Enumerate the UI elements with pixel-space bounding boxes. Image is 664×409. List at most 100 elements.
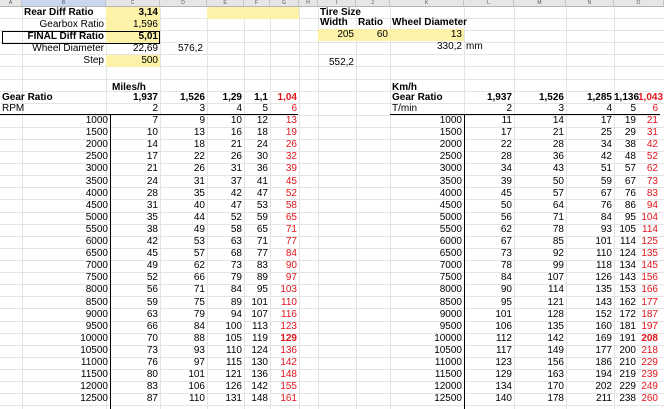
miles-speed-cell[interactable]: 116 [270,309,299,321]
kmh-speed-cell[interactable]: 67 [566,188,614,200]
kmh-speed-cell[interactable]: 78 [464,260,514,272]
kmh-speed-cell[interactable]: 219 [614,369,638,381]
miles-speed-cell[interactable]: 47 [207,200,244,212]
miles-speed-cell[interactable]: 110 [207,345,244,357]
miles-speed-cell[interactable]: 41 [244,176,270,188]
miles-speed-cell[interactable]: 142 [270,357,299,369]
miles-speed-cell[interactable]: 31 [207,163,244,175]
miles-speed-cell[interactable]: 26 [270,139,299,151]
miles-rpm-cell[interactable]: 7500 [0,272,110,284]
kmh-speed-cell[interactable]: 166 [638,284,660,296]
miles-rpm-cell[interactable]: 8500 [0,297,110,309]
kmh-rpm-cell[interactable]: 11000 [390,357,464,369]
miles-speed-cell[interactable]: 44 [160,212,207,224]
miles-speed-cell[interactable]: 115 [207,357,244,369]
miles-speed-cell[interactable]: 155 [270,381,299,393]
miles-speed-cell[interactable]: 14 [110,139,160,151]
miles-speed-cell[interactable]: 31 [110,200,160,212]
miles-speed-cell[interactable]: 70 [110,333,160,345]
miles-speed-cell[interactable]: 9 [160,115,207,127]
kmh-speed-cell[interactable]: 107 [514,272,566,284]
kmh-speed-cell[interactable]: 114 [514,284,566,296]
miles-rpm-cell[interactable]: 12000 [0,381,110,393]
kmh-speed-cell[interactable]: 73 [638,176,660,188]
miles-speed-cell[interactable]: 18 [160,139,207,151]
kmh-speed-cell[interactable]: 50 [464,200,514,212]
miles-speed-cell[interactable]: 68 [207,248,244,260]
miles-speed-cell[interactable]: 107 [244,309,270,321]
kmh-rpm-cell[interactable]: 12000 [390,381,464,393]
miles-speed-cell[interactable]: 16 [207,127,244,139]
kmh-speed-cell[interactable]: 99 [514,260,566,272]
miles-speed-cell[interactable]: 66 [110,321,160,333]
kmh-speed-cell[interactable]: 123 [464,357,514,369]
miles-speed-cell[interactable]: 47 [244,188,270,200]
miles-rpm-cell[interactable]: 5500 [0,224,110,236]
miles-speed-cell[interactable]: 58 [270,200,299,212]
miles-speed-cell[interactable]: 10 [207,115,244,127]
kmh-rpm-cell[interactable]: 2500 [390,151,464,163]
column-header-b[interactable]: B [22,0,106,6]
kmh-rpm-cell[interactable]: 8500 [390,297,464,309]
cell-grid[interactable]: Rear Diff Ratio 3,14 Gearbox Ratio 1,596… [0,7,664,409]
kmh-speed-cell[interactable]: 84 [464,272,514,284]
kmh-rpm-cell[interactable]: 1000 [390,115,464,127]
miles-speed-cell[interactable]: 84 [270,248,299,260]
miles-speed-cell[interactable]: 80 [110,369,160,381]
miles-rpm-cell[interactable]: 9000 [0,309,110,321]
kmh-speed-cell[interactable]: 62 [638,163,660,175]
kmh-speed-cell[interactable]: 118 [566,260,614,272]
miles-speed-cell[interactable]: 49 [160,224,207,236]
kmh-speed-cell[interactable]: 152 [566,309,614,321]
miles-speed-cell[interactable]: 7 [110,115,160,127]
miles-speed-cell[interactable]: 71 [244,236,270,248]
miles-speed-cell[interactable]: 84 [207,284,244,296]
kmh-speed-cell[interactable]: 202 [566,381,614,393]
miles-speed-cell[interactable]: 75 [160,297,207,309]
miles-speed-cell[interactable]: 53 [160,236,207,248]
kmh-speed-cell[interactable]: 71 [514,212,566,224]
spreadsheet[interactable]: ABCDEFGHIJKLMNO Rear Diff Ratio 3,14 Gea… [0,0,664,409]
kmh-speed-cell[interactable]: 112 [464,333,514,345]
miles-speed-cell[interactable]: 88 [160,333,207,345]
column-header-c[interactable]: C [106,0,160,6]
miles-speed-cell[interactable]: 62 [160,260,207,272]
miles-speed-cell[interactable]: 12 [244,115,270,127]
kmh-speed-cell[interactable]: 194 [566,369,614,381]
kmh-speed-cell[interactable]: 129 [464,369,514,381]
kmh-speed-cell[interactable]: 42 [566,151,614,163]
kmh-rpm-cell[interactable]: 8000 [390,284,464,296]
miles-speed-cell[interactable]: 97 [270,272,299,284]
miles-speed-cell[interactable]: 57 [160,248,207,260]
miles-speed-cell[interactable]: 39 [270,163,299,175]
miles-speed-cell[interactable]: 123 [270,321,299,333]
kmh-rpm-cell[interactable]: 1500 [390,127,464,139]
kmh-speed-cell[interactable]: 84 [566,212,614,224]
miles-rpm-cell[interactable]: 1500 [0,127,110,139]
kmh-speed-cell[interactable]: 200 [614,345,638,357]
kmh-speed-cell[interactable]: 181 [614,321,638,333]
kmh-speed-cell[interactable]: 172 [614,309,638,321]
kmh-speed-cell[interactable]: 85 [514,236,566,248]
miles-speed-cell[interactable]: 89 [207,297,244,309]
kmh-speed-cell[interactable]: 117 [464,345,514,357]
kmh-speed-cell[interactable]: 73 [464,248,514,260]
kmh-speed-cell[interactable]: 156 [514,357,566,369]
miles-speed-cell[interactable]: 32 [270,151,299,163]
kmh-rpm-cell[interactable]: 5500 [390,224,464,236]
kmh-rpm-cell[interactable]: 6500 [390,248,464,260]
kmh-speed-cell[interactable]: 135 [638,248,660,260]
kmh-speed-cell[interactable]: 101 [566,236,614,248]
kmh-rpm-cell[interactable]: 2000 [390,139,464,151]
miles-rpm-cell[interactable]: 12500 [0,393,110,405]
miles-speed-cell[interactable]: 65 [244,224,270,236]
kmh-speed-cell[interactable]: 28 [514,139,566,151]
kmh-speed-cell[interactable]: 92 [514,248,566,260]
miles-speed-cell[interactable]: 59 [244,212,270,224]
miles-rpm-cell[interactable]: 11000 [0,357,110,369]
kmh-speed-cell[interactable]: 210 [614,357,638,369]
kmh-speed-cell[interactable]: 57 [614,163,638,175]
kmh-rpm-cell[interactable]: 4000 [390,188,464,200]
miles-rpm-cell[interactable]: 1000 [0,115,110,127]
kmh-speed-cell[interactable]: 145 [638,260,660,272]
